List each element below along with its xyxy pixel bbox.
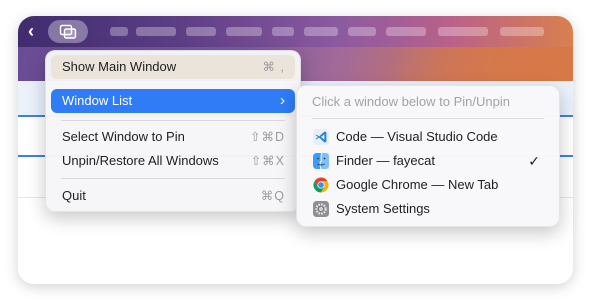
- menu-item-label: Window List: [62, 93, 133, 108]
- finder-icon: [313, 153, 329, 169]
- menu-item-select-window-to-pin[interactable]: Select Window to Pin ⇧⌘D: [51, 125, 295, 149]
- window-item-finder[interactable]: Finder — fayecat ✓: [302, 149, 554, 173]
- chevron-right-icon: ›: [280, 92, 285, 109]
- keyboard-shortcut: ⌘Q: [260, 189, 285, 203]
- menu-item-label: Show Main Window: [62, 59, 177, 74]
- menu-item-label: Unpin/Restore All Windows: [62, 153, 219, 168]
- submenu-hint: Click a window below to Pin/Unpin: [312, 94, 510, 109]
- keyboard-shortcut: ⇧⌘D: [249, 130, 285, 144]
- menu-item-window-list[interactable]: Window List ›: [51, 89, 295, 113]
- keyboard-shortcut: ⇧⌘X: [250, 154, 285, 168]
- menu-item-label: Select Window to Pin: [62, 129, 185, 144]
- back-chevron-icon[interactable]: ‹: [23, 20, 39, 42]
- dropdown-menu: Show Main Window ⌘ , Window List › Selec…: [45, 50, 301, 212]
- menu-separator: [61, 178, 285, 179]
- chrome-icon: [313, 177, 329, 193]
- window-item-chrome[interactable]: Google Chrome — New Tab: [302, 173, 554, 197]
- menu-item-show-main-window[interactable]: Show Main Window ⌘ ,: [51, 55, 295, 79]
- window-item-label: Google Chrome — New Tab: [336, 177, 499, 192]
- window-item-label: Finder — fayecat: [336, 153, 435, 168]
- settings-gear-icon: [313, 201, 329, 217]
- window-item-system-settings[interactable]: System Settings: [302, 197, 554, 221]
- keyboard-shortcut: ⌘ ,: [262, 60, 285, 74]
- menu-item-quit[interactable]: Quit ⌘Q: [51, 184, 295, 208]
- window-item-vscode[interactable]: Code — Visual Studio Code: [302, 125, 554, 149]
- window-item-label: Code — Visual Studio Code: [336, 129, 498, 144]
- window-item-label: System Settings: [336, 201, 430, 216]
- menu-bar: ‹: [18, 16, 573, 47]
- window-list-submenu: Click a window below to Pin/Unpin Code —…: [296, 85, 560, 227]
- window-stack-icon[interactable]: [48, 20, 88, 43]
- vscode-icon: [313, 129, 329, 145]
- menu-item-unpin-restore-all[interactable]: Unpin/Restore All Windows ⇧⌘X: [51, 149, 295, 173]
- menu-separator: [312, 118, 544, 119]
- menu-separator: [61, 120, 285, 121]
- menu-item-label: Quit: [62, 188, 86, 203]
- checkmark-icon: ✓: [528, 153, 540, 169]
